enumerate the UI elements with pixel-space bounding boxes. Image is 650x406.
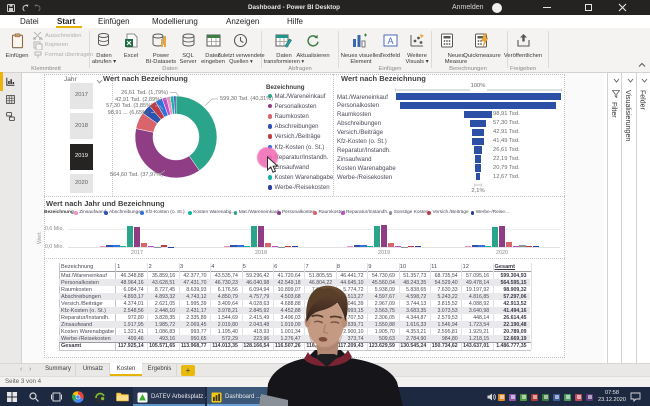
svg-text:A: A: [387, 36, 393, 46]
